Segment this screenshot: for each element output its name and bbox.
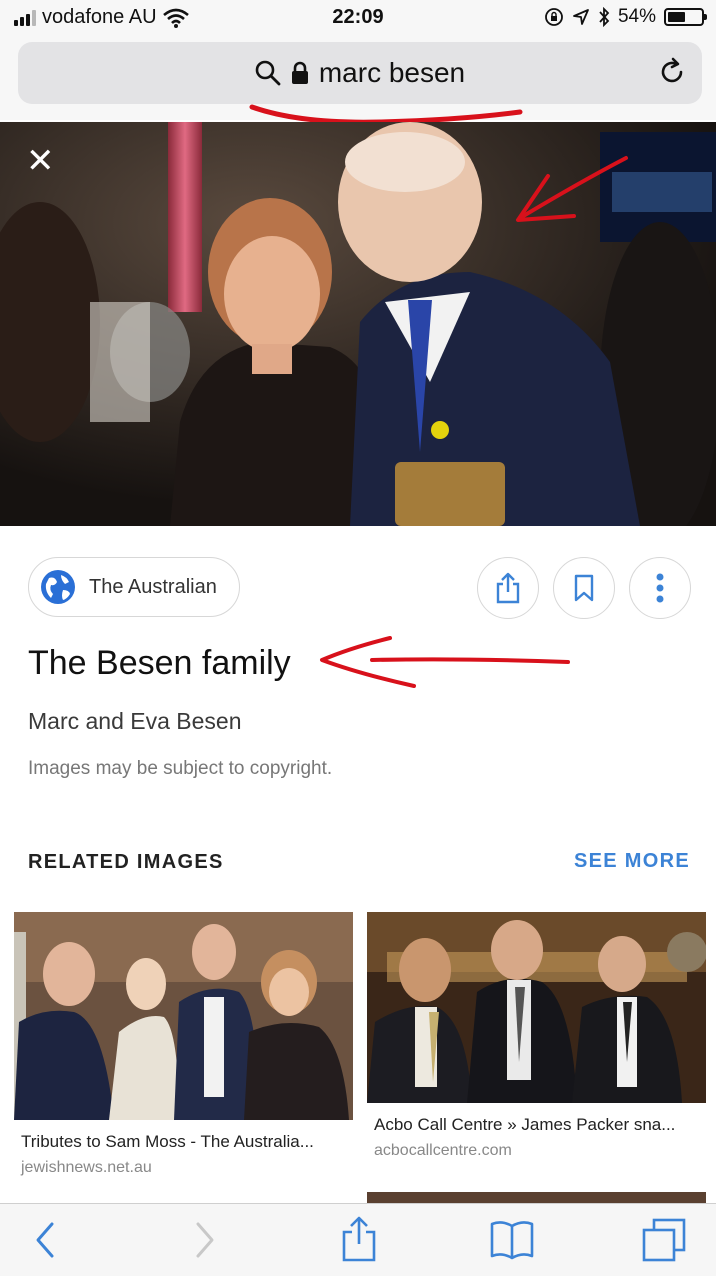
bookmarks-icon[interactable] (488, 1218, 536, 1262)
source-label: The Australian (89, 575, 217, 598)
annotation-underline (249, 104, 523, 125)
annotation-arrow-hero (516, 156, 628, 222)
status-right: 54% (544, 6, 707, 28)
more-icon (656, 573, 664, 603)
hero-image (0, 122, 716, 526)
status-bar: vodafone AU 22:09 54% (0, 0, 716, 36)
result-subtitle: Marc and Eva Besen (28, 708, 242, 734)
back-icon[interactable] (30, 1218, 60, 1262)
related-item-1-title[interactable]: Tributes to Sam Moss - The Australia... (21, 1132, 314, 1152)
related-item-2-domain: acbocallcentre.com (374, 1142, 512, 1159)
related-image-1[interactable] (14, 912, 353, 1120)
globe-icon (41, 570, 75, 604)
share-icon (496, 572, 520, 604)
related-item-1-domain: jewishnews.net.au (21, 1159, 152, 1176)
battery-percent: 54% (617, 6, 656, 27)
related-item-2-title[interactable]: Acbo Call Centre » James Packer sna... (374, 1115, 675, 1135)
related-images-heading: RELATED IMAGES (28, 851, 224, 873)
share-toolbar-icon[interactable] (340, 1214, 378, 1264)
source-chip[interactable]: The Australian (28, 557, 240, 617)
bluetooth-icon (599, 7, 610, 27)
bookmark-button[interactable] (553, 557, 615, 619)
orientation-lock-icon (545, 8, 563, 26)
copyright-notice: Images may be subject to copyright. (28, 758, 333, 779)
tabs-icon[interactable] (640, 1218, 688, 1264)
bottom-toolbar (0, 1203, 716, 1276)
more-button[interactable] (629, 557, 691, 619)
battery-icon (664, 8, 707, 26)
address-bar-area: marc besen (0, 36, 716, 125)
see-more-link[interactable]: SEE MORE (574, 850, 690, 873)
location-icon (573, 9, 589, 25)
annotation-arrow-title (320, 636, 570, 688)
result-title: The Besen family (28, 644, 291, 682)
bookmark-icon (574, 574, 594, 602)
close-icon[interactable]: ✕ (26, 144, 55, 178)
related-image-2[interactable] (367, 912, 706, 1103)
share-button[interactable] (477, 557, 539, 619)
forward-icon[interactable] (190, 1218, 220, 1262)
